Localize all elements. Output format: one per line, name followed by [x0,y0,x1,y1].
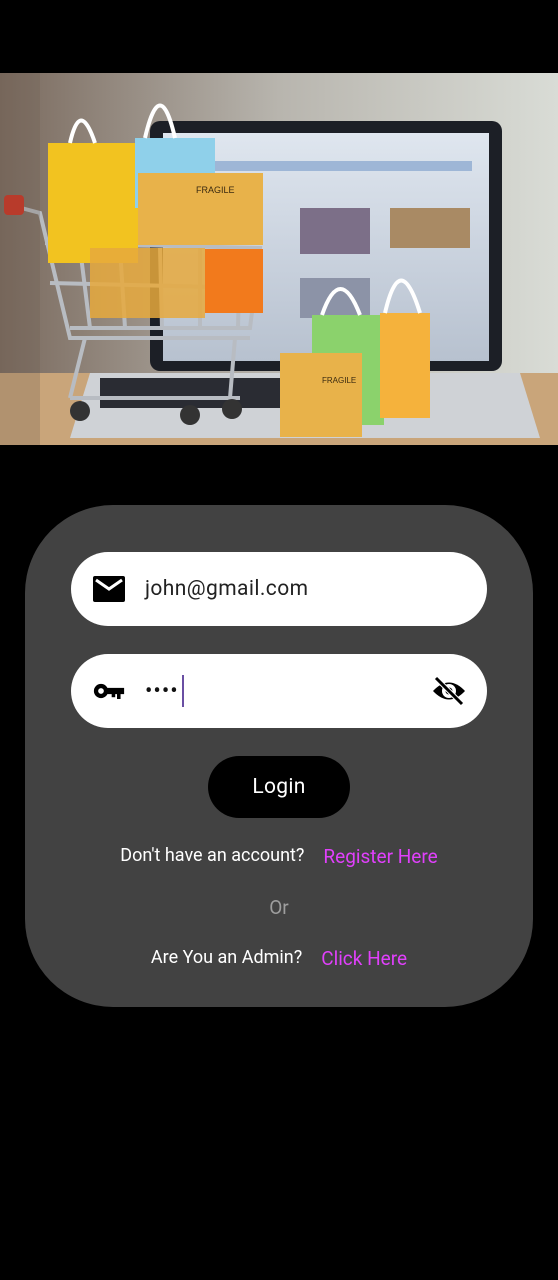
admin-link[interactable]: Click Here [321,947,407,970]
email-input[interactable]: john@gmail.com [145,577,308,601]
or-divider-text: Or [269,896,289,919]
text-caret [181,675,184,707]
register-row: Don't have an account? Register Here [25,845,533,868]
password-masked-value: •••• [145,678,179,704]
email-icon [93,573,125,605]
password-input[interactable]: •••• [145,675,184,707]
admin-question-text: Are You an Admin? [150,947,303,968]
login-card: john@gmail.com •••• Login Don't have an … [25,505,533,1007]
register-link[interactable]: Register Here [323,845,437,868]
login-button[interactable]: Login [208,756,350,818]
svg-text:FRAGILE: FRAGILE [196,185,235,195]
no-account-text: Don't have an account? [120,845,305,866]
hero-image: FRAGILE FRAGILE [0,73,558,445]
email-field[interactable]: john@gmail.com [71,552,487,626]
visibility-off-icon[interactable] [431,673,467,709]
svg-text:FRAGILE: FRAGILE [322,376,356,385]
key-icon [93,675,125,707]
password-field[interactable]: •••• [71,654,487,728]
admin-row: Are You an Admin? Click Here [25,947,533,970]
